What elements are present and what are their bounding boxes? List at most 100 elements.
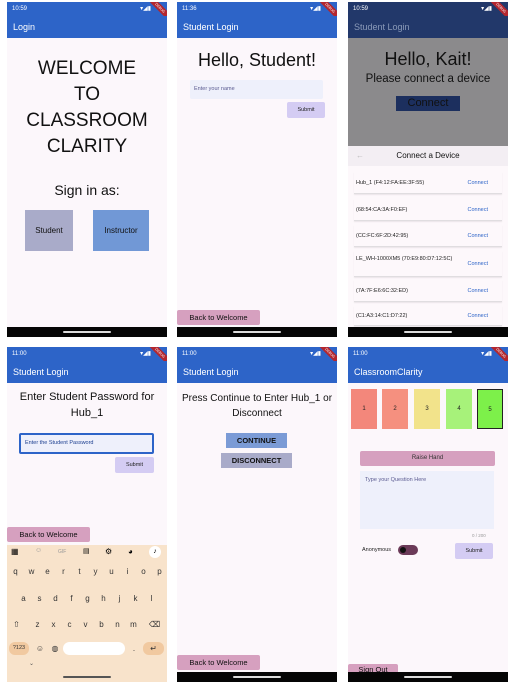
name-input[interactable]: Enter your name <box>190 80 323 99</box>
home-indicator[interactable] <box>404 676 452 678</box>
home-indicator[interactable] <box>233 676 281 678</box>
key[interactable]: k <box>129 592 142 606</box>
key[interactable]: z <box>31 618 44 632</box>
key[interactable]: l <box>145 592 158 606</box>
connect-link[interactable]: Connect <box>468 199 489 221</box>
connect-link[interactable]: Connect <box>468 225 489 247</box>
nav-bar <box>348 327 508 337</box>
connect-link[interactable]: Connect <box>468 260 489 269</box>
key[interactable]: a <box>17 592 30 606</box>
home-indicator[interactable] <box>404 331 452 333</box>
numbers-key[interactable]: ?123 <box>9 642 29 655</box>
key[interactable]: w <box>25 565 38 579</box>
key[interactable]: c <box>63 618 76 632</box>
toggle-knob <box>400 547 406 553</box>
key[interactable]: v <box>79 618 92 632</box>
connect-button[interactable]: Connect <box>396 96 460 111</box>
status-time: 10:59 <box>12 6 28 12</box>
key[interactable]: i <box>121 565 134 579</box>
key[interactable]: h <box>97 592 110 606</box>
understanding-tile-2[interactable]: 2 <box>382 389 408 429</box>
submit-button[interactable]: Submit <box>455 543 493 559</box>
device-row[interactable]: (CC:FC:6F:2D:42:95) Connect <box>354 225 502 247</box>
app-bar-title: Student Login <box>348 16 508 38</box>
question-textarea[interactable]: Type your Question Here <box>360 471 494 529</box>
key[interactable]: r <box>57 565 70 579</box>
key[interactable]: g <box>81 592 94 606</box>
key[interactable]: m <box>127 618 140 632</box>
backspace-icon[interactable]: ⌫ <box>148 618 161 632</box>
continue-button[interactable]: CONTINUE <box>226 433 287 448</box>
device-row[interactable]: (7A:7F:E6:6C:32:ED) Connect <box>354 280 502 302</box>
enter-icon[interactable]: ↵ <box>143 642 164 655</box>
key[interactable]: n <box>111 618 124 632</box>
globe-icon[interactable]: ◍ <box>48 642 62 655</box>
disconnect-button[interactable]: DISCONNECT <box>221 453 292 468</box>
nav-bar <box>177 327 337 337</box>
home-indicator[interactable] <box>63 676 111 678</box>
connect-link[interactable]: Connect <box>468 280 489 302</box>
back-arrow-icon[interactable]: ← <box>356 146 364 166</box>
connect-link[interactable]: Connect <box>468 172 489 194</box>
device-row[interactable]: (68:54:CA:3A:F0:EF) Connect <box>354 199 502 221</box>
submit-button[interactable]: Submit <box>115 457 154 473</box>
screen-continue-disconnect: 11:00 ▾◢▮ DEBUG Student Login Press Conti… <box>177 347 337 682</box>
key[interactable]: u <box>105 565 118 579</box>
key[interactable]: t <box>73 565 86 579</box>
password-title: Enter Student Password for Hub_1 <box>19 391 155 419</box>
submit-button[interactable]: Submit <box>287 102 325 118</box>
key[interactable]: p <box>153 565 166 579</box>
status-time: 10:59 <box>353 6 369 12</box>
gear-icon[interactable]: ⚙ <box>105 547 112 556</box>
period-key[interactable]: . <box>129 642 139 655</box>
device-row[interactable]: LE_WH-1000XM5 (70:E9:80:D7:12:5C) Connect <box>354 251 502 277</box>
key[interactable]: e <box>41 565 54 579</box>
app-bar-title: Student Login <box>7 361 167 383</box>
key[interactable]: y <box>89 565 102 579</box>
apps-grid-icon[interactable]: ▦ <box>11 547 19 556</box>
status-bar: 11:00 ▾◢▮ <box>177 347 337 361</box>
password-input[interactable]: Enter the Student Password <box>19 433 154 454</box>
palette-icon[interactable]: ◕ <box>128 547 133 556</box>
back-to-welcome-button[interactable]: Back to Welcome <box>177 655 260 670</box>
device-row[interactable]: Hub_1 (F4:12:FA:EE:3F:55) Connect <box>354 172 502 194</box>
raise-hand-button[interactable]: Raise Hand <box>360 451 495 466</box>
screen-login: 10:59 ▾◢▮ DEBUG Login WELCOME TO CLASSROO… <box>7 2 167 337</box>
key[interactable]: j <box>113 592 126 606</box>
key[interactable]: o <box>137 565 150 579</box>
anonymous-toggle[interactable] <box>398 545 418 555</box>
key[interactable]: b <box>95 618 108 632</box>
clipboard-icon[interactable]: ▤ <box>83 547 90 555</box>
status-bar: 11:00 ▾◢▮ <box>348 347 508 361</box>
understanding-tile-4[interactable]: 4 <box>446 389 472 429</box>
key[interactable]: q <box>9 565 22 579</box>
key[interactable]: f <box>65 592 78 606</box>
screen-connect-device: 10:59 ▾◢▮ DEBUG Student Login Hello, Kait… <box>348 2 508 337</box>
key[interactable]: s <box>33 592 46 606</box>
device-row[interactable]: (C1:A3:14:C1:D7:22) Connect <box>354 306 502 326</box>
back-to-welcome-button[interactable]: Back to Welcome <box>7 527 90 542</box>
space-bar[interactable] <box>63 642 125 655</box>
mic-icon[interactable]: ♪ <box>149 546 161 558</box>
dialog-header: ← Connect a Device <box>348 146 508 166</box>
student-button[interactable]: Student <box>25 210 73 251</box>
emoji-icon[interactable]: ☺ <box>33 642 47 655</box>
instructor-button[interactable]: Instructor <box>93 210 149 251</box>
signal-wifi-battery-icon: ▾◢▮ <box>481 351 492 357</box>
back-to-welcome-button[interactable]: Back to Welcome <box>177 310 260 325</box>
status-bar: 11:36 ▾◢▮ <box>177 2 337 16</box>
sticker-icon[interactable]: ☺ <box>35 547 42 554</box>
home-indicator[interactable] <box>63 331 111 333</box>
hide-keyboard-icon[interactable]: ⌄ <box>29 660 34 667</box>
connect-link[interactable]: Connect <box>468 306 489 326</box>
understanding-tile-1[interactable]: 1 <box>351 389 377 429</box>
understanding-tile-3[interactable]: 3 <box>414 389 440 429</box>
screen-classroom: 11:00 ▾◢▮ DEBUG ClassroomClarity 1 2 3 4 … <box>348 347 508 682</box>
shift-icon[interactable]: ⇧ <box>10 618 23 632</box>
home-indicator[interactable] <box>233 331 281 333</box>
key[interactable]: d <box>49 592 62 606</box>
gif-icon[interactable]: GIF <box>58 549 66 555</box>
app-bar-title: Login <box>7 16 167 38</box>
key[interactable]: x <box>47 618 60 632</box>
understanding-tile-5[interactable]: 5 <box>477 389 503 429</box>
